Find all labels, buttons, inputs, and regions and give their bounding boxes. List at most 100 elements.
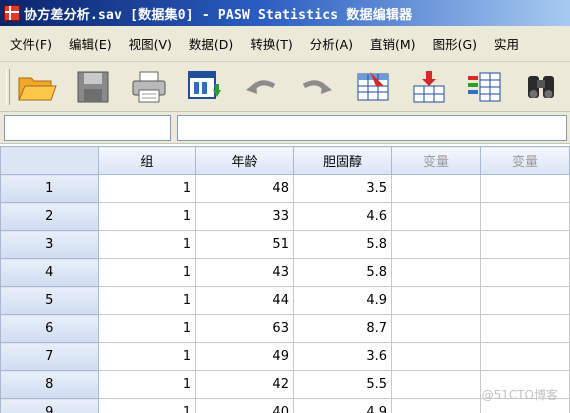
row-header[interactable]: 3 (0, 230, 99, 259)
table-row: 4 1 43 5.8 (0, 258, 570, 287)
open-button[interactable] (16, 67, 58, 107)
dialog-recall-icon (188, 70, 221, 99)
toolbar-grip[interactable] (6, 68, 10, 105)
menu-utilities[interactable]: 实用 (484, 34, 526, 53)
empty-cell[interactable] (391, 174, 481, 203)
insert-case-button[interactable] (408, 67, 450, 107)
data-editor-app-icon[interactable] (4, 5, 20, 21)
undo-icon (246, 79, 276, 94)
cell-cholesterol[interactable]: 4.9 (292, 398, 393, 413)
row-header[interactable]: 8 (0, 370, 99, 399)
cell-cholesterol[interactable]: 3.6 (292, 342, 393, 371)
cell-age[interactable]: 44 (195, 286, 294, 315)
cell-cholesterol[interactable]: 3.5 (292, 174, 393, 203)
cell-group[interactable]: 1 (97, 202, 197, 231)
cell-cholesterol[interactable]: 8.7 (292, 314, 393, 343)
menu-bar: 文件(F) 编辑(E) 视图(V) 数据(D) 转换(T) 分析(A) 直销(M… (0, 26, 570, 62)
empty-cell[interactable] (479, 202, 570, 231)
menu-graphs[interactable]: 图形(G) (423, 34, 484, 53)
cell-age[interactable]: 40 (195, 398, 294, 413)
redo-icon (302, 79, 332, 94)
cell-group[interactable]: 1 (97, 398, 197, 413)
empty-cell[interactable] (479, 398, 570, 413)
row-header[interactable]: 2 (0, 202, 99, 231)
cell-age[interactable]: 48 (195, 174, 294, 203)
cell-age[interactable]: 33 (195, 202, 294, 231)
grid-corner[interactable] (0, 146, 99, 175)
menu-transform[interactable]: 转换(T) (240, 34, 299, 53)
cell-cholesterol[interactable]: 4.9 (292, 286, 393, 315)
print-icon (132, 71, 166, 102)
data-table: 组 年龄 胆固醇 变量 变量 1 1 48 3.5 2 1 33 4.6 3 1… (0, 146, 570, 413)
cell-group[interactable]: 1 (97, 258, 197, 287)
empty-cell[interactable] (479, 174, 570, 203)
cell-age[interactable]: 49 (195, 342, 294, 371)
row-header[interactable]: 4 (0, 258, 99, 287)
empty-cell[interactable] (391, 398, 481, 413)
empty-cell[interactable] (391, 202, 481, 231)
empty-cell[interactable] (479, 258, 570, 287)
data-grid: 组 年龄 胆固醇 变量 变量 1 1 48 3.5 2 1 33 4.6 3 1… (0, 146, 570, 413)
empty-cell[interactable] (391, 314, 481, 343)
empty-cell[interactable] (391, 230, 481, 259)
cell-cholesterol[interactable]: 4.6 (292, 202, 393, 231)
title-bar: 协方差分析.sav [数据集0] - PASW Statistics 数据编辑器 (0, 0, 570, 26)
menu-analyze[interactable]: 分析(A) (300, 34, 360, 53)
empty-cell[interactable] (391, 342, 481, 371)
save-button[interactable] (72, 67, 114, 107)
row-header[interactable]: 9 (0, 398, 99, 413)
dialog-recall-button[interactable] (184, 67, 226, 107)
find-icon (528, 75, 554, 98)
empty-cell[interactable] (391, 286, 481, 315)
print-button[interactable] (128, 67, 170, 107)
column-header-group[interactable]: 组 (97, 146, 197, 175)
column-header-cholesterol[interactable]: 胆固醇 (292, 146, 393, 175)
row-header[interactable]: 5 (0, 286, 99, 315)
empty-cell[interactable] (479, 230, 570, 259)
empty-cell[interactable] (479, 314, 570, 343)
undo-button[interactable] (240, 67, 282, 107)
goto-case-icon (357, 71, 389, 100)
cell-age[interactable]: 51 (195, 230, 294, 259)
cell-group[interactable]: 1 (97, 286, 197, 315)
cell-age[interactable]: 42 (195, 370, 294, 399)
empty-cell[interactable] (479, 370, 570, 399)
cell-group[interactable]: 1 (97, 230, 197, 259)
cell-group[interactable]: 1 (97, 342, 197, 371)
empty-cell[interactable] (479, 286, 570, 315)
menu-view[interactable]: 视图(V) (119, 34, 179, 53)
menu-data[interactable]: 数据(D) (179, 34, 240, 53)
column-header-age[interactable]: 年龄 (195, 146, 294, 175)
menu-edit[interactable]: 编辑(E) (59, 34, 119, 53)
menu-file[interactable]: 文件(F) (0, 34, 59, 53)
table-row: 3 1 51 5.8 (0, 230, 570, 259)
row-header[interactable]: 6 (0, 314, 99, 343)
cell-group[interactable]: 1 (97, 370, 197, 399)
row-header[interactable]: 7 (0, 342, 99, 371)
insert-variable-icon (468, 72, 501, 101)
empty-cell[interactable] (391, 370, 481, 399)
cell-value-field[interactable] (177, 115, 567, 141)
redo-button[interactable] (296, 67, 338, 107)
cell-cholesterol[interactable]: 5.8 (292, 258, 393, 287)
toolbar (0, 62, 570, 112)
table-row: 9 1 40 4.9 (0, 398, 570, 413)
row-header[interactable]: 1 (0, 174, 99, 203)
insert-variable-button[interactable] (464, 67, 506, 107)
empty-cell[interactable] (391, 258, 481, 287)
cell-cholesterol[interactable]: 5.5 (292, 370, 393, 399)
cell-age[interactable]: 63 (195, 314, 294, 343)
cell-reference-field[interactable] (4, 115, 171, 141)
cell-group[interactable]: 1 (97, 174, 197, 203)
cell-group[interactable]: 1 (97, 314, 197, 343)
find-button[interactable] (520, 67, 562, 107)
cell-cholesterol[interactable]: 5.8 (292, 230, 393, 259)
window-title: 协方差分析.sav [数据集0] - PASW Statistics 数据编辑器 (24, 7, 413, 23)
column-header-empty-var[interactable]: 变量 (391, 146, 481, 175)
empty-cell[interactable] (479, 342, 570, 371)
column-header-empty-var[interactable]: 变量 (479, 146, 570, 175)
cell-age[interactable]: 43 (195, 258, 294, 287)
menu-direct-marketing[interactable]: 直销(M) (360, 34, 423, 53)
table-row: 5 1 44 4.9 (0, 286, 570, 315)
goto-case-button[interactable] (352, 67, 394, 107)
